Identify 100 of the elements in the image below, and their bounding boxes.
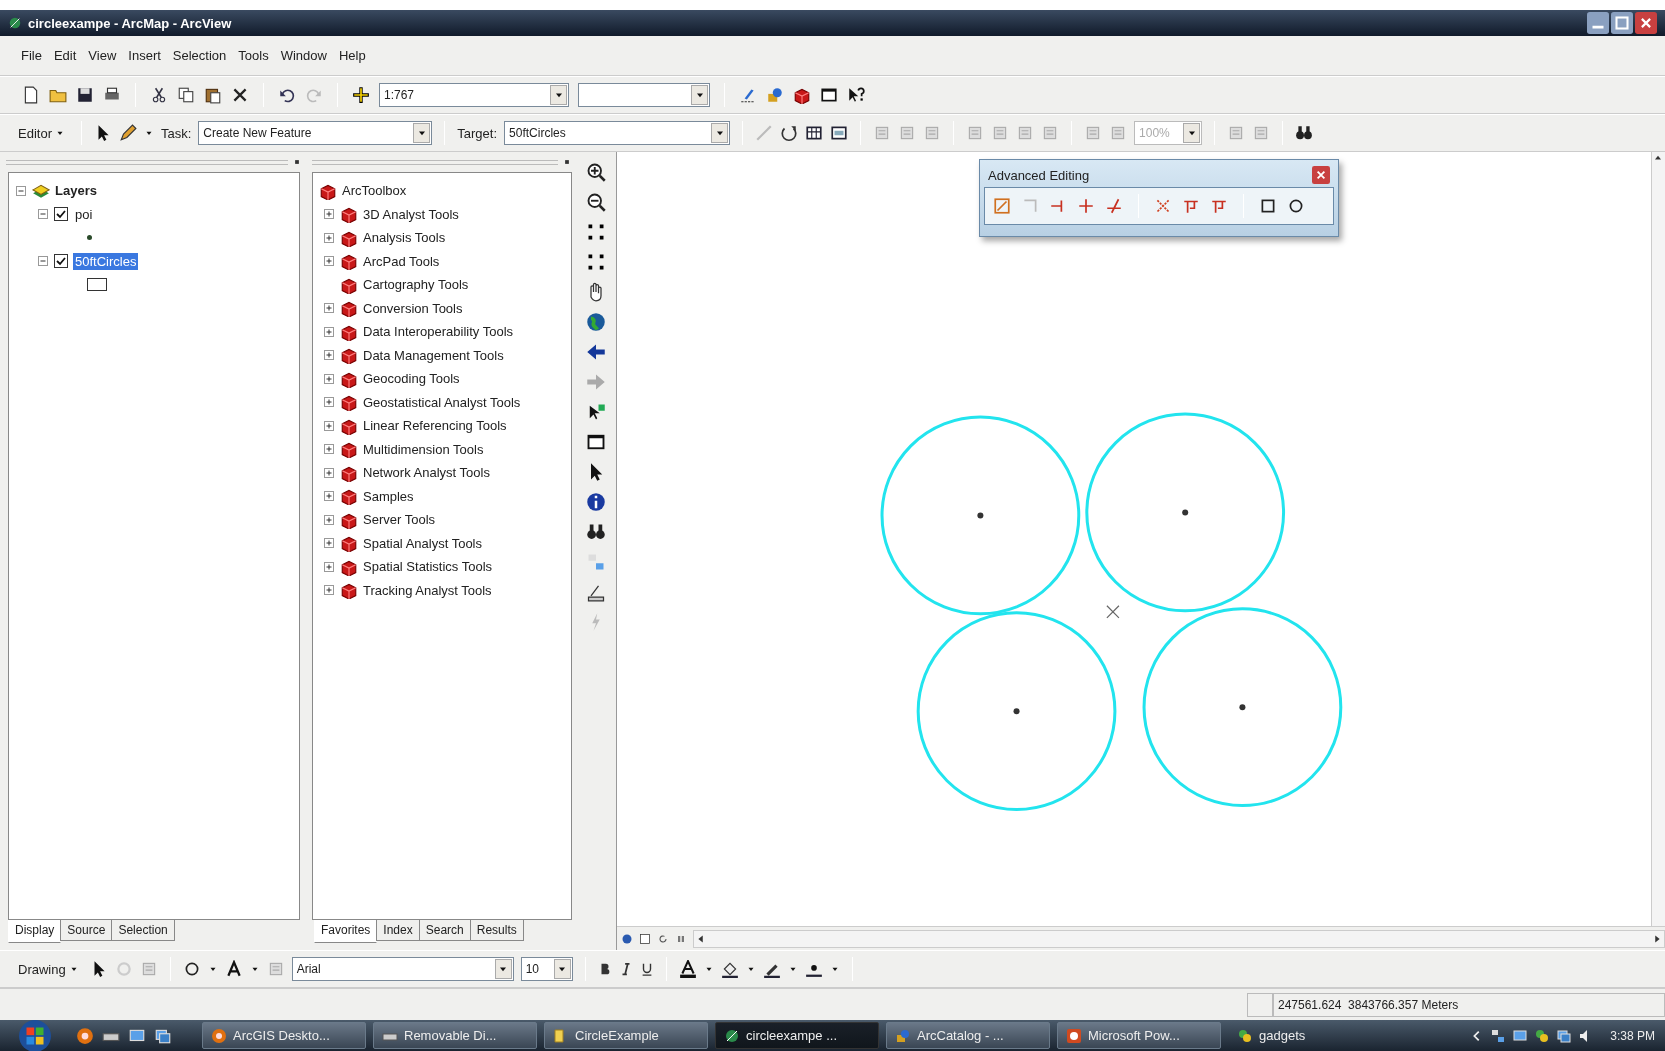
menu-item[interactable]: File xyxy=(16,46,47,65)
tree-item[interactable]: Tracking Analyst Tools xyxy=(363,582,492,598)
fixed-zoom-out-icon[interactable] xyxy=(586,252,606,272)
tree-item[interactable]: 3D Analyst Tools xyxy=(363,206,459,222)
tree-item[interactable]: Geostatistical Analyst Tools xyxy=(363,394,521,410)
tree-item[interactable]: Spatial Statistics Tools xyxy=(363,559,493,575)
taskbar-button[interactable]: Removable Di... xyxy=(373,1022,537,1049)
whats-this-icon[interactable] xyxy=(847,86,865,104)
expand-icon[interactable] xyxy=(323,372,335,385)
save-icon[interactable] xyxy=(76,86,94,104)
close-icon[interactable] xyxy=(1635,12,1657,34)
copy-features-icon[interactable] xyxy=(993,197,1011,215)
expand-icon[interactable] xyxy=(323,396,335,409)
tree-item[interactable]: Conversion Tools xyxy=(363,300,463,316)
tab[interactable]: Results xyxy=(469,920,524,941)
task-field[interactable]: Create New Feature xyxy=(198,121,433,145)
pin-icon[interactable] xyxy=(292,157,302,167)
new-document-icon[interactable] xyxy=(22,86,40,104)
tree-item[interactable]: Data Management Tools xyxy=(363,347,504,363)
scale-field[interactable]: 1:767 xyxy=(379,83,569,107)
layout-view-icon[interactable] xyxy=(621,932,633,945)
tree-item[interactable]: Cartography Tools xyxy=(363,277,469,293)
fixed-zoom-in-icon[interactable] xyxy=(586,222,606,242)
expand-icon[interactable] xyxy=(323,443,335,456)
menu-item[interactable]: Help xyxy=(333,46,371,65)
fill-color-icon[interactable] xyxy=(720,960,739,978)
taskbar-button[interactable]: circleexampe ... xyxy=(715,1022,879,1049)
tab[interactable]: Favorites xyxy=(314,920,378,943)
combo-field[interactable] xyxy=(578,83,710,107)
data-view-icon[interactable] xyxy=(639,932,651,945)
menu-item[interactable]: Selection xyxy=(167,46,232,65)
explode-icon[interactable] xyxy=(1154,197,1172,215)
close-icon[interactable] xyxy=(1312,166,1330,184)
undo-icon[interactable] xyxy=(278,86,296,104)
taskbar-button[interactable]: CircleExample xyxy=(544,1022,708,1049)
binoculars-icon[interactable] xyxy=(1295,124,1314,142)
expand-icon[interactable] xyxy=(323,255,335,268)
taskbar-button[interactable]: ArcCatalog - ... xyxy=(886,1022,1050,1049)
expand-icon[interactable] xyxy=(323,466,335,479)
font-size-field[interactable]: 10 xyxy=(520,957,573,981)
tab[interactable]: Display xyxy=(8,920,62,943)
tree-item[interactable]: 50ftCircles xyxy=(73,252,139,270)
editor-menu[interactable]: Editor xyxy=(14,123,69,143)
tab[interactable]: Selection xyxy=(111,920,175,941)
expand-icon[interactable] xyxy=(323,537,335,550)
add-data-icon[interactable] xyxy=(352,86,370,104)
expand-icon[interactable] xyxy=(323,325,335,338)
tree-item[interactable]: Multidimension Tools xyxy=(363,441,484,457)
collapse-icon[interactable] xyxy=(37,208,49,221)
circle-icon[interactable] xyxy=(1287,197,1305,215)
menu-item[interactable]: Tools xyxy=(233,46,274,65)
delete-icon[interactable] xyxy=(231,86,249,104)
expand-icon[interactable] xyxy=(323,490,335,503)
pencil-icon[interactable] xyxy=(118,124,137,142)
attributes-icon[interactable] xyxy=(830,124,849,142)
editor-toolbar-icon[interactable] xyxy=(739,86,757,104)
tree-item[interactable]: ArcPad Tools xyxy=(363,253,440,269)
cut-icon[interactable] xyxy=(150,86,168,104)
tree-item[interactable]: poi xyxy=(73,205,95,223)
refresh-icon[interactable] xyxy=(657,932,669,945)
menu-item[interactable]: Window xyxy=(275,46,332,65)
menu-item[interactable]: Insert xyxy=(123,46,166,65)
monitor-icon[interactable] xyxy=(1512,1027,1529,1044)
catalog-icon[interactable] xyxy=(766,86,784,104)
tree-item[interactable]: Spatial Analyst Tools xyxy=(363,535,482,551)
collapse-icon[interactable] xyxy=(15,184,27,197)
vertical-scrollbar[interactable] xyxy=(1651,152,1665,926)
back-arrow-icon[interactable] xyxy=(586,342,606,362)
rectangle-icon[interactable] xyxy=(1259,197,1277,215)
font-color-icon[interactable] xyxy=(678,960,697,978)
tree-item[interactable]: Network Analyst Tools xyxy=(363,465,490,481)
identify-icon[interactable] xyxy=(586,492,606,512)
rotate-icon[interactable] xyxy=(780,124,799,142)
checkbox[interactable] xyxy=(54,254,68,269)
network-icon[interactable] xyxy=(1490,1027,1507,1044)
taskbar-button[interactable]: ArcGIS Deskto... xyxy=(202,1022,366,1049)
paste-icon[interactable] xyxy=(204,86,222,104)
tab[interactable]: Index xyxy=(376,920,420,941)
tree-item[interactable]: Samples xyxy=(363,488,414,504)
tray-icon[interactable] xyxy=(1556,1027,1573,1044)
menu-item[interactable]: Edit xyxy=(48,46,82,65)
expand-icon[interactable] xyxy=(323,231,335,244)
zoom-in-icon[interactable] xyxy=(586,162,606,182)
target-field[interactable]: 50ftCircles xyxy=(504,121,731,145)
horizontal-scrollbar[interactable] xyxy=(693,929,1665,948)
tree-item[interactable]: Analysis Tools xyxy=(363,230,446,246)
tray-icon[interactable] xyxy=(1534,1027,1551,1044)
tree-item[interactable]: Geocoding Tools xyxy=(363,371,460,387)
minimize-icon[interactable] xyxy=(1587,12,1609,34)
browser-icon[interactable] xyxy=(76,1026,94,1045)
menu-item[interactable]: View xyxy=(83,46,122,65)
trim-icon[interactable] xyxy=(1077,197,1095,215)
tree-item[interactable]: Layers xyxy=(55,183,97,199)
pin-icon[interactable] xyxy=(562,157,572,167)
tree-item[interactable]: Server Tools xyxy=(363,512,435,528)
drawing-menu[interactable]: Drawing xyxy=(14,959,83,979)
expand-icon[interactable] xyxy=(323,302,335,315)
taskbar-button[interactable]: gadgets xyxy=(1228,1022,1348,1049)
copy-icon[interactable] xyxy=(177,86,195,104)
start-icon[interactable] xyxy=(18,1018,52,1051)
